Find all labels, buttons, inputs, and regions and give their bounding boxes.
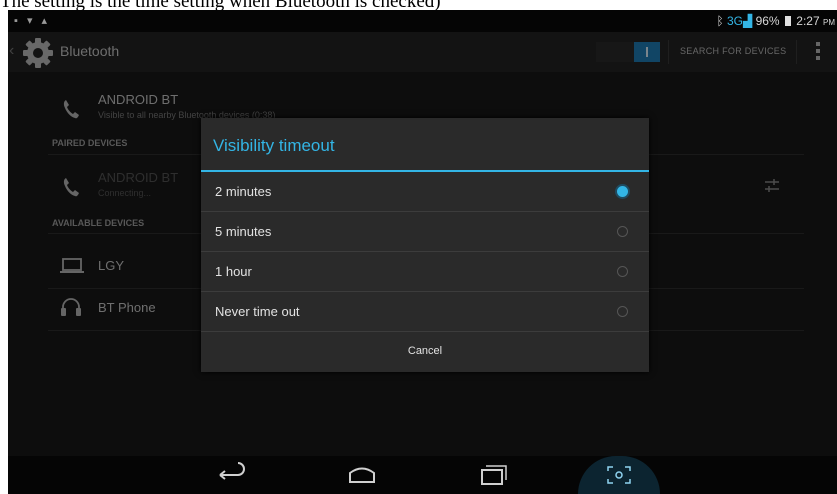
option-label: 1 hour [215, 264, 252, 279]
option-2-minutes[interactable]: 2 minutes [201, 172, 649, 212]
navigation-bar [8, 456, 837, 494]
option-label: 5 minutes [215, 224, 272, 239]
back-icon[interactable] [200, 462, 260, 488]
recent-apps-icon[interactable] [462, 462, 522, 488]
status-indicators: ᛒ 3G▟ 96% 2:27 PM [716, 14, 835, 28]
signal-icon: ▟ [743, 14, 753, 28]
status-bar: ▪ ▾ ▴ ᛒ 3G▟ 96% 2:27 PM [8, 10, 837, 32]
tablet-screen: ▪ ▾ ▴ ᛒ 3G▟ 96% 2:27 PM ‹ Bluetooth SEAR… [8, 10, 837, 494]
clock: 2:27 [796, 14, 820, 28]
bluetooth-status-icon: ᛒ [716, 14, 724, 28]
radio-unselected-icon[interactable] [617, 266, 628, 277]
screenshot-icon [607, 466, 631, 484]
battery-icon [784, 16, 791, 26]
home-icon[interactable] [332, 462, 392, 488]
network-type: 3G [726, 14, 743, 28]
option-5-minutes[interactable]: 5 minutes [201, 212, 649, 252]
visibility-timeout-dialog: Visibility timeout 2 minutes 5 minutes 1… [201, 118, 649, 372]
battery-percent: 96% [755, 14, 780, 28]
option-label: Never time out [215, 304, 300, 319]
radio-unselected-icon[interactable] [617, 306, 628, 317]
option-label: 2 minutes [215, 184, 272, 199]
option-1-hour[interactable]: 1 hour [201, 252, 649, 292]
screenshot-button[interactable] [578, 456, 660, 494]
cancel-button[interactable]: Cancel [201, 332, 649, 372]
clock-ampm: PM [823, 18, 835, 27]
option-never-time-out[interactable]: Never time out [201, 292, 649, 332]
cancel-label: Cancel [407, 345, 443, 357]
notification-icons: ▪ ▾ ▴ [14, 15, 51, 27]
radio-unselected-icon[interactable] [617, 226, 628, 237]
dialog-title: Visibility timeout [213, 136, 335, 155]
radio-selected-icon[interactable] [617, 186, 628, 197]
